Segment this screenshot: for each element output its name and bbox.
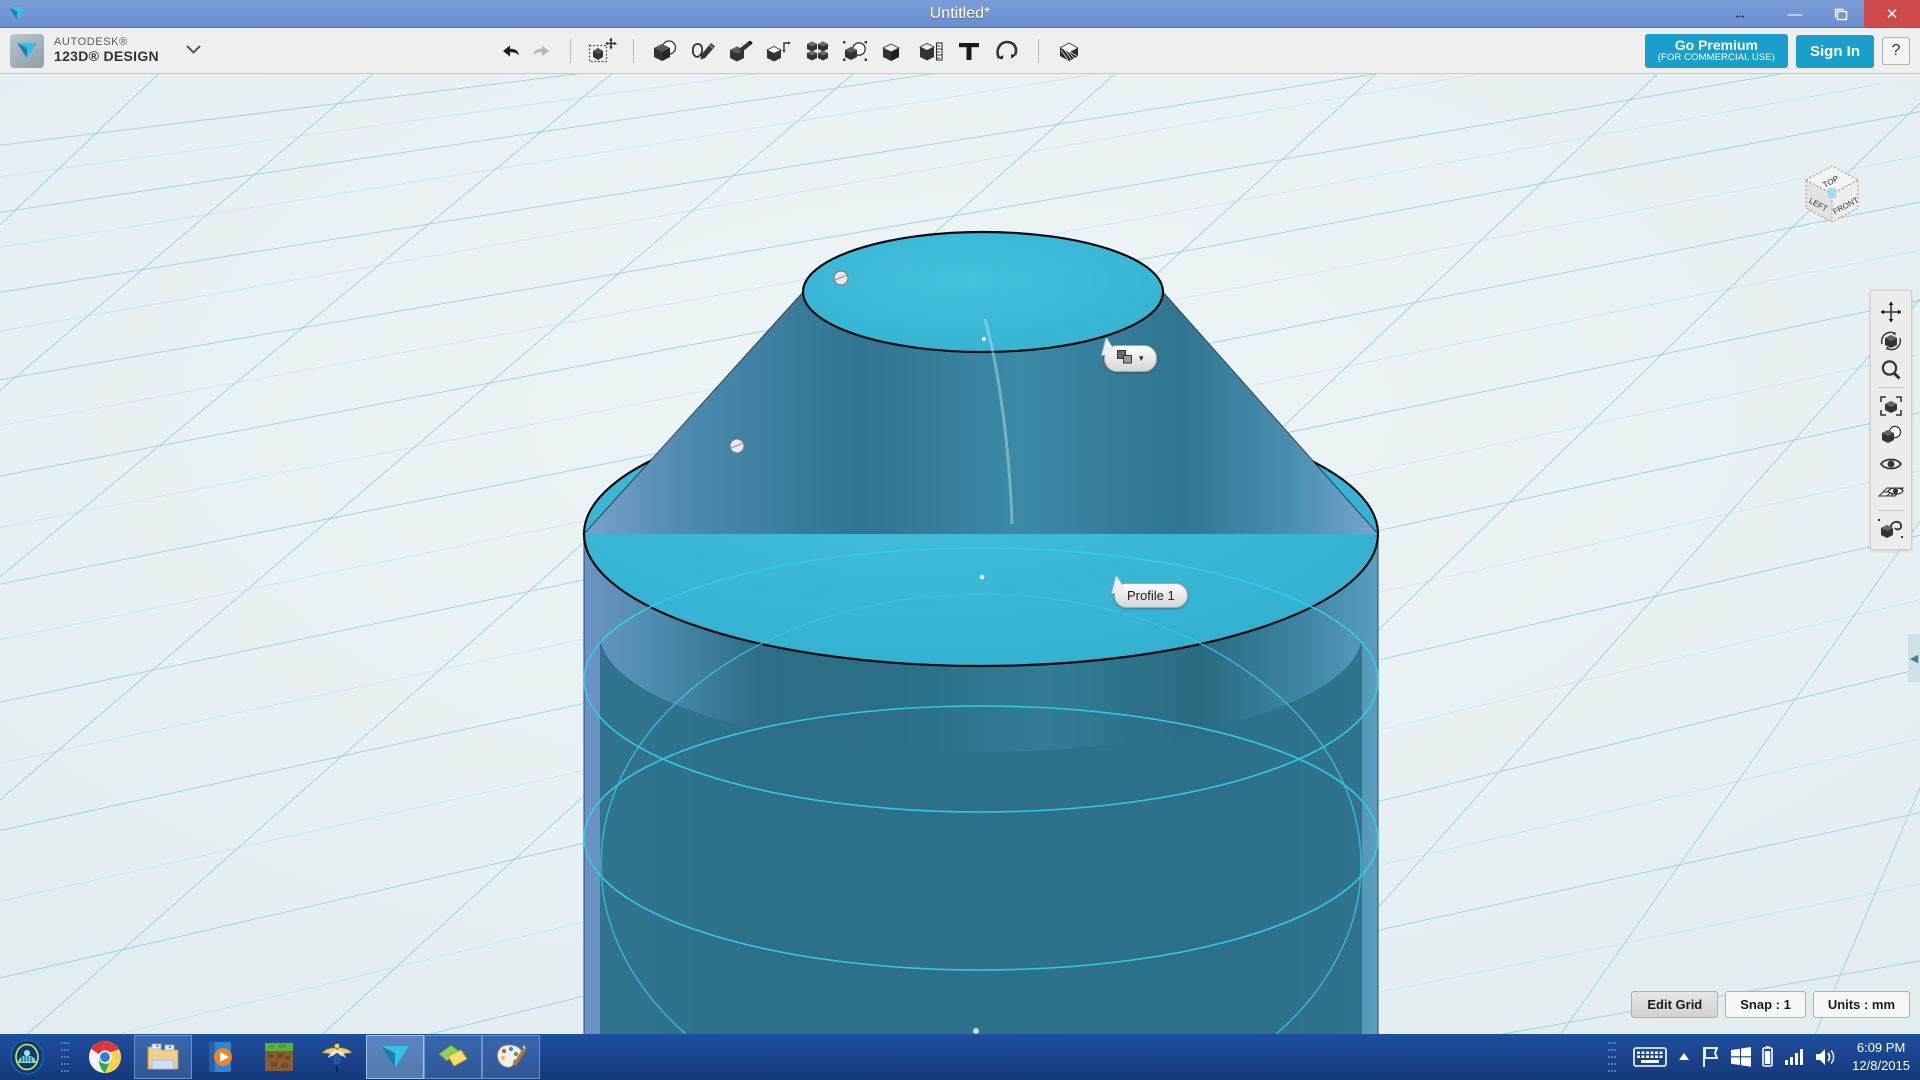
cylinder-model[interactable] [0,74,1920,1034]
chevron-down-icon[interactable]: ▾ [1139,353,1144,364]
sign-in-button[interactable]: Sign In [1796,34,1874,68]
go-premium-button[interactable]: Go Premium (FOR COMMERCIAL USE) [1644,33,1788,69]
taskbar-item-minecraft[interactable] [250,1035,308,1079]
center-dot [979,574,985,580]
taskbar-grip-icon [54,1034,76,1080]
panel-collapse-arrow[interactable]: ◀ [1908,634,1920,682]
brand-line-2: 123D® DESIGN [54,47,159,64]
shading-icon[interactable] [1874,420,1908,449]
view-toolbar-separator-2 [1878,510,1904,511]
primitives-icon[interactable] [647,34,683,68]
volume-icon[interactable] [1814,1047,1836,1067]
clock-time: 6:09 PM [1856,1040,1906,1056]
folder-explorer-icon [147,1043,179,1070]
battery-icon[interactable] [1761,1046,1774,1068]
magnet-snap-icon[interactable] [989,34,1025,68]
profile-callout[interactable]: Profile 1 [1106,574,1188,608]
show-hidden-icons-icon[interactable] [1677,1051,1691,1063]
profile-callout-label: Profile 1 [1127,588,1175,603]
windows-icon[interactable] [1731,1047,1752,1067]
taskbar-item-chrome[interactable] [76,1035,134,1079]
fit-to-screen-icon[interactable] [1874,391,1908,420]
go-premium-title: Go Premium [1674,36,1758,53]
media-player-icon [209,1042,232,1072]
window-logo-icon [0,0,34,28]
close-button[interactable]: ✕ [1864,0,1920,28]
combine-shapes-icon [1117,350,1133,367]
application-toolbar: AUTODESK® 123D® DESIGN Go Premium (FOR C… [0,28,1920,74]
pan-icon[interactable] [1874,297,1908,326]
control-point-handle [729,438,745,454]
taskbar-item-123d-design[interactable] [366,1035,424,1079]
touch-keyboard-icon[interactable] [1633,1046,1667,1068]
go-premium-subtitle: (FOR COMMERCIAL USE) [1657,51,1775,63]
toolbar-separator-2 [633,39,634,63]
redo-icon[interactable] [527,34,557,68]
brand-menu[interactable]: AUTODESK® 123D® DESIGN [0,33,202,68]
chrome-icon [89,1041,121,1073]
modify-icon[interactable] [761,34,797,68]
units-field[interactable]: Units : mm [1812,991,1910,1018]
measure-icon[interactable] [913,34,949,68]
taskbar-item-explorer[interactable] [134,1035,192,1079]
grid-snap-icon[interactable] [1874,478,1908,507]
grid-status-bar: Edit Grid Snap : 1 Units : mm [1631,991,1910,1018]
minimize-button[interactable]: — [1772,0,1818,28]
snap-field[interactable]: Snap : 1 [1725,991,1806,1018]
center-dot [981,336,987,342]
resize-horizontal-icon[interactable]: ↔ [1720,0,1760,28]
materials-sphere-icon[interactable] [1874,514,1908,543]
taskbar-item-sticky-notes[interactable] [424,1035,482,1079]
visibility-eye-icon[interactable] [1874,449,1908,478]
taskbar-item-game[interactable] [308,1035,366,1079]
autodesk-123d-app-icon [10,33,44,68]
materials-icon[interactable] [1052,34,1088,68]
zoom-icon[interactable] [1874,355,1908,384]
tray-grip-icon [1601,1034,1623,1080]
sketch-icon[interactable] [685,34,721,68]
combine-callout[interactable]: ▾ [1096,336,1157,372]
toolbar-separator-3 [1038,39,1039,63]
restore-button[interactable] [1818,0,1864,28]
help-button[interactable]: ? [1882,37,1910,65]
sticky-notes-icon [438,1044,468,1067]
view-toolbar [1870,290,1912,550]
modeling-canvas[interactable]: ▾ Profile 1 TOP LEFT FRONT ◀ Edit Grid S… [0,74,1920,1034]
window-title-bar[interactable]: Untitled* ↔ — ✕ [0,0,1920,28]
system-tray: 6:09 PM 12/8/2015 [1601,1034,1920,1080]
pattern-icon[interactable] [799,34,835,68]
orbit-icon[interactable] [1874,326,1908,355]
transform-icon[interactable] [584,34,620,68]
edit-grid-button[interactable]: Edit Grid [1631,991,1719,1018]
window-title: Untitled* [929,5,991,22]
text-icon[interactable] [951,34,987,68]
control-point-handle [833,270,849,286]
network-signal-icon[interactable] [1784,1048,1804,1066]
chevron-down-icon[interactable] [185,42,202,59]
taskbar-item-paint[interactable] [482,1035,540,1079]
construct-icon[interactable] [723,34,759,68]
view-toolbar-separator-1 [1878,387,1904,388]
autodesk-123d-logo-icon [381,1046,409,1068]
action-center-flag-icon[interactable] [1701,1046,1721,1068]
grouping-icon[interactable] [837,34,873,68]
start-orb-icon[interactable] [0,1034,54,1080]
view-cube[interactable]: TOP LEFT FRONT [1792,160,1872,232]
winged-emblem-icon [321,1042,353,1072]
taskbar-clock[interactable]: 6:09 PM 12/8/2015 [1846,1039,1910,1074]
windows-taskbar[interactable]: 6:09 PM 12/8/2015 [0,1034,1920,1080]
undo-icon[interactable] [495,34,525,68]
paint-palette-icon [497,1044,526,1068]
clock-date: 12/8/2015 [1852,1058,1910,1073]
minecraft-grass-icon [265,1043,293,1071]
toolbar-separator-1 [570,39,571,63]
taskbar-item-media-player[interactable] [192,1035,250,1079]
combine-icon[interactable] [875,34,911,68]
